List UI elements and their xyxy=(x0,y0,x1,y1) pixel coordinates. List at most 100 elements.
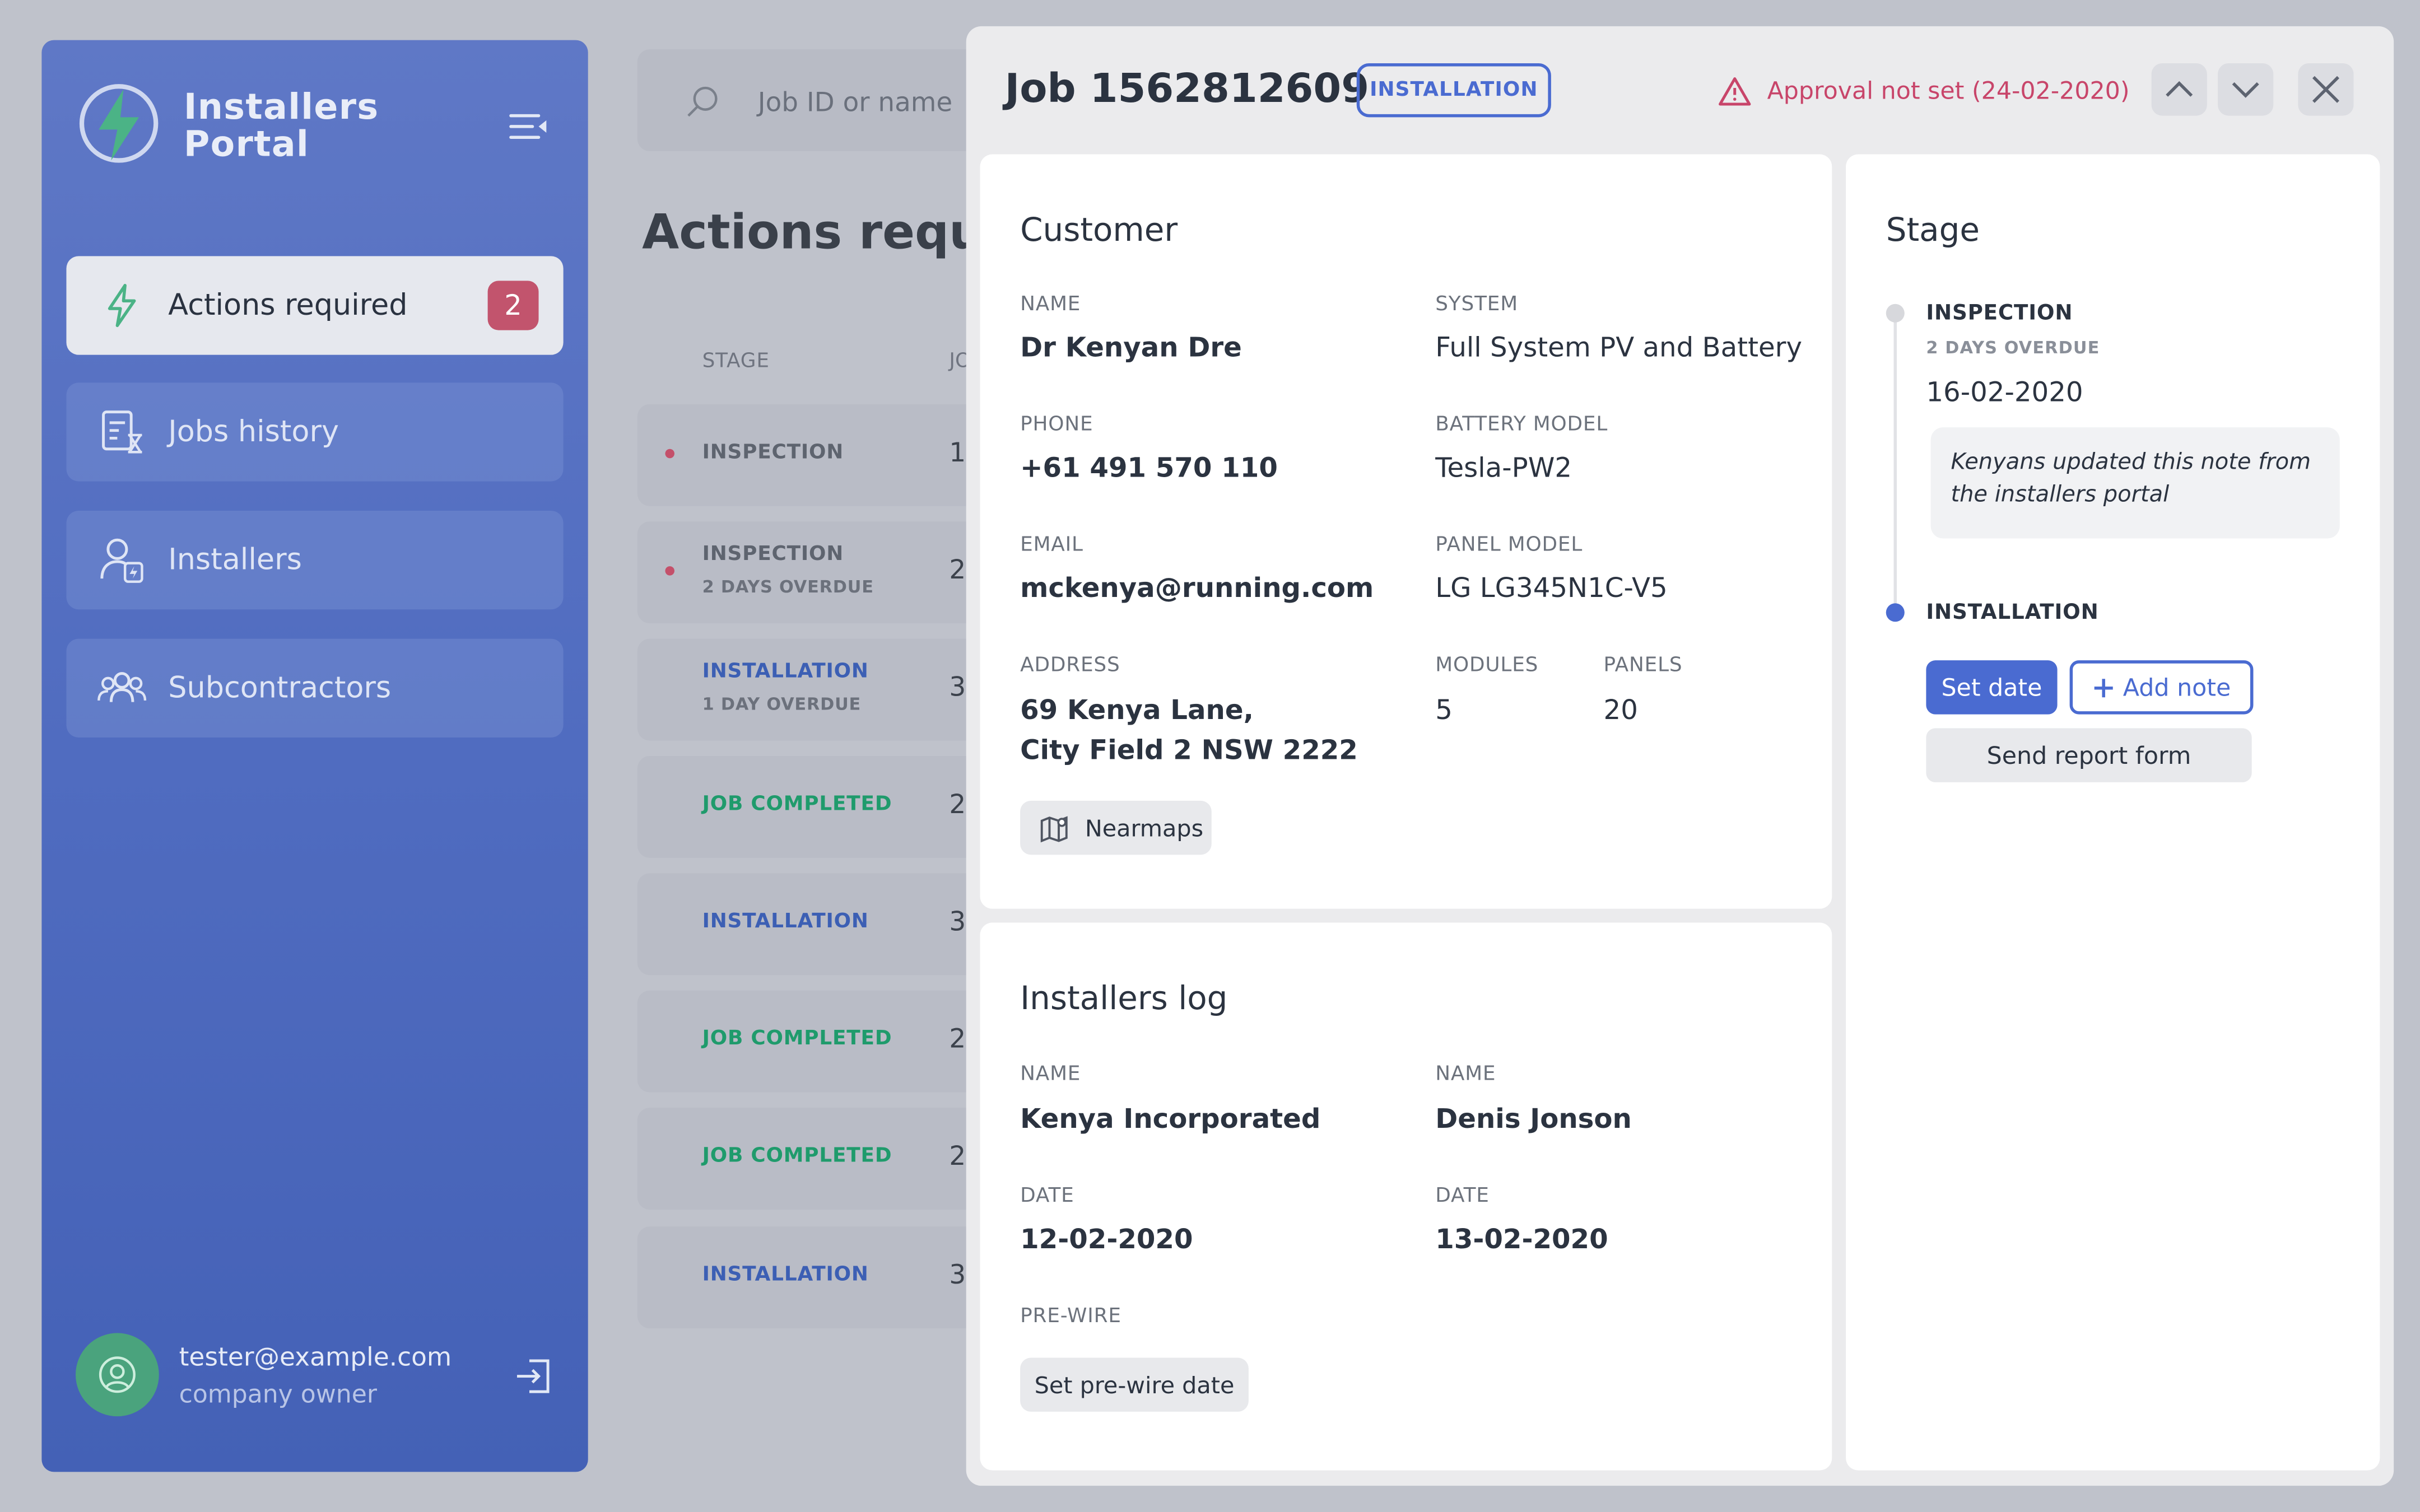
row-job-number: 3 xyxy=(949,907,966,939)
installer-name-2: Denis Jonson xyxy=(1435,1104,1632,1136)
app-root: Installers Portal Actions required 2 Job… xyxy=(0,0,2420,1512)
row-stage: INSPECTION xyxy=(702,441,844,465)
row-stage: JOB COMPLETED xyxy=(702,1145,892,1168)
panels-value: 20 xyxy=(1603,696,1638,727)
search-input[interactable]: Job ID or name xyxy=(758,88,952,119)
installer-name-label: NAME xyxy=(1435,1063,1496,1086)
brand-line-1: Installers xyxy=(183,88,379,128)
system-label: SYSTEM xyxy=(1435,293,1518,316)
user-profile: tester@example.com company owner xyxy=(75,1333,554,1422)
lightning-icon xyxy=(108,283,136,328)
job-type-badge: INSTALLATION xyxy=(1356,63,1551,118)
panels-label: PANELS xyxy=(1603,654,1683,678)
search-icon xyxy=(687,86,718,117)
row-job-number: 3 xyxy=(949,1260,966,1292)
row-stage: INSPECTION xyxy=(702,543,844,567)
logout-icon[interactable] xyxy=(514,1356,554,1397)
email-value: mckenya@running.com xyxy=(1020,573,1374,605)
timeline-line xyxy=(1893,318,1897,612)
chevron-down-icon xyxy=(2232,82,2259,98)
row-job-number: 2 xyxy=(949,555,966,586)
timeline-stage-installation: INSTALLATION xyxy=(1926,600,2099,625)
sidebar: Installers Portal Actions required 2 Job… xyxy=(41,40,588,1472)
sidebar-item-actions-required[interactable]: Actions required 2 xyxy=(66,256,564,355)
sidebar-item-installers[interactable]: Installers xyxy=(66,510,564,610)
row-stage: JOB COMPLETED xyxy=(702,793,892,816)
inspection-date: 16-02-2020 xyxy=(1926,377,2083,409)
address-label: ADDRESS xyxy=(1020,654,1120,678)
address-line-2: City Field 2 NSW 2222 xyxy=(1020,736,1358,767)
sidebar-item-label: Actions required xyxy=(168,288,408,323)
close-button[interactable] xyxy=(2298,63,2354,116)
row-overdue: 1 DAY OVERDUE xyxy=(702,694,862,715)
avatar[interactable] xyxy=(75,1333,159,1417)
row-job-number: 2 xyxy=(949,1024,966,1056)
user-icon xyxy=(99,1356,136,1393)
row-job-number: 1 xyxy=(949,438,966,469)
nearmaps-label: Nearmaps xyxy=(1085,814,1204,842)
lightning-logo-icon xyxy=(79,84,159,163)
next-job-button[interactable] xyxy=(2218,63,2274,116)
status-dot xyxy=(665,566,674,576)
date-label: DATE xyxy=(1020,1184,1074,1208)
row-stage: INSTALLATION xyxy=(702,910,869,934)
set-date-button[interactable]: Set date xyxy=(1926,660,2058,715)
send-report-form-button[interactable]: Send report form xyxy=(1926,728,2252,782)
timeline-stage-inspection: INSPECTION xyxy=(1926,301,2073,326)
row-stage: JOB COMPLETED xyxy=(702,1027,892,1051)
customer-heading: Customer xyxy=(1020,211,1178,249)
set-prewire-date-button[interactable]: Set pre-wire date xyxy=(1020,1357,1249,1412)
sidebar-item-label: Jobs history xyxy=(168,415,339,449)
column-header-stage: STAGE xyxy=(702,350,770,374)
installer-name-label: NAME xyxy=(1020,1063,1081,1086)
stage-note: Kenyans updated this note from the insta… xyxy=(1930,427,2340,539)
add-note-label: Add note xyxy=(2123,673,2231,702)
row-job-number: 3 xyxy=(949,673,966,704)
prewire-label: PRE-WIRE xyxy=(1020,1305,1121,1329)
group-icon xyxy=(97,672,147,702)
sidebar-item-jobs-history[interactable]: Jobs history xyxy=(66,382,564,482)
map-icon xyxy=(1040,815,1068,842)
user-email: tester@example.com xyxy=(179,1342,452,1372)
row-job-number: 2 xyxy=(949,1141,966,1173)
collapse-menu-icon[interactable] xyxy=(508,111,548,142)
brand-line-2: Portal xyxy=(183,125,310,165)
panel-model-value: LG LG345N1C-V5 xyxy=(1435,573,1668,605)
installer-date-1: 12-02-2020 xyxy=(1020,1225,1193,1256)
installer-icon xyxy=(100,538,143,583)
modules-value: 5 xyxy=(1435,696,1453,727)
user-role: company owner xyxy=(179,1379,377,1409)
row-stage: INSTALLATION xyxy=(702,1263,869,1287)
previous-job-button[interactable] xyxy=(2151,63,2207,116)
customer-name: Dr Kenyan Dre xyxy=(1020,333,1242,365)
name-label: NAME xyxy=(1020,293,1081,316)
sidebar-item-label: Installers xyxy=(168,543,302,577)
system-value: Full System PV and Battery xyxy=(1435,333,1803,365)
modules-label: MODULES xyxy=(1435,654,1539,678)
jobs-history-icon xyxy=(102,410,142,454)
add-note-button[interactable]: Add note xyxy=(2069,660,2254,715)
chevron-up-icon xyxy=(2166,81,2193,97)
sidebar-item-subcontractors[interactable]: Subcontractors xyxy=(66,638,564,738)
phone-label: PHONE xyxy=(1020,413,1093,437)
installers-log-heading: Installers log xyxy=(1020,979,1228,1017)
date-label: DATE xyxy=(1435,1184,1490,1208)
battery-value: Tesla-PW2 xyxy=(1435,453,1572,485)
approval-warning-text: Approval not set (24-02-2020) xyxy=(1767,77,2130,105)
brand-name: Installers Portal xyxy=(184,90,379,164)
warning-icon xyxy=(1719,77,1751,106)
close-icon xyxy=(2312,76,2339,103)
installers-log-panel: Installers log NAME Kenya Incorporated N… xyxy=(980,922,1832,1471)
panel-model-label: PANEL MODEL xyxy=(1435,534,1583,557)
installer-name-1: Kenya Incorporated xyxy=(1020,1104,1321,1136)
row-stage: INSTALLATION xyxy=(702,660,869,684)
phone-value: +61 491 570 110 xyxy=(1020,453,1278,485)
plus-icon xyxy=(2093,678,2112,697)
count-badge: 2 xyxy=(487,281,539,330)
installer-date-2: 13-02-2020 xyxy=(1435,1225,1608,1256)
row-job-number: 2 xyxy=(949,790,966,821)
timeline-overdue: 2 DAYS OVERDUE xyxy=(1926,338,2100,358)
email-label: EMAIL xyxy=(1020,534,1083,557)
address-line-1: 69 Kenya Lane, xyxy=(1020,696,1254,727)
nearmaps-button[interactable]: Nearmaps xyxy=(1020,800,1212,855)
